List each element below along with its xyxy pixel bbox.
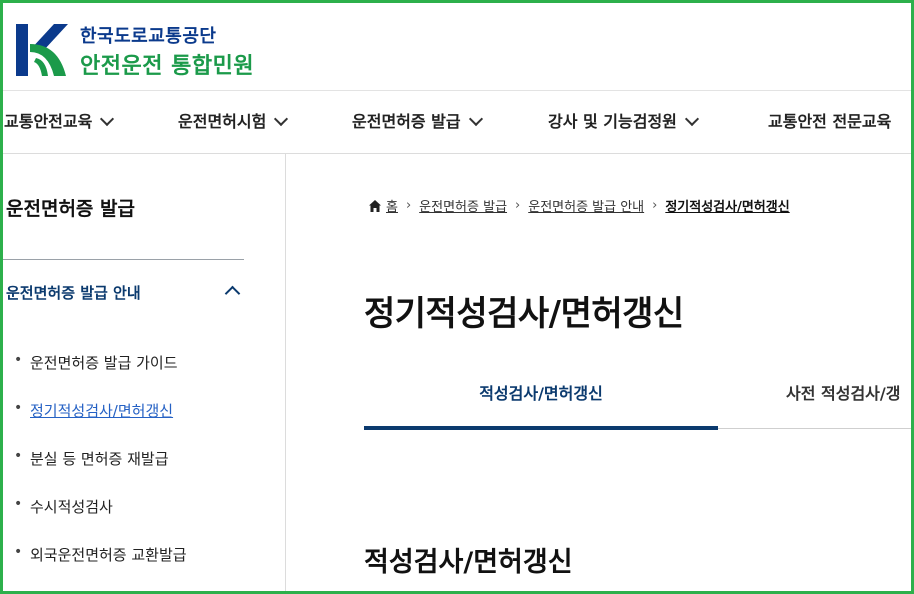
bullet-icon: •	[14, 544, 23, 560]
bullet-icon: •	[14, 496, 23, 512]
breadcrumb-level1[interactable]: 운전면허증 발급	[419, 196, 507, 215]
bullet-icon: •	[14, 352, 23, 368]
breadcrumb-current: 정기적성검사/면허갱신	[665, 200, 790, 215]
sidebar-group-label: 운전면허증 발급 안내	[6, 284, 141, 302]
chevron-up-icon	[224, 285, 241, 302]
tab-pre-test[interactable]: 사전 적성검사/갱	[786, 366, 900, 426]
section-title: 적성검사/면허갱신	[364, 547, 573, 578]
sidebar: 운전면허증 발급 운전면허증 발급 안내 • 운전면허증 발급 가이드 • 정기…	[0, 154, 286, 594]
gnb-item-expert-education[interactable]: 교통안전 전문교육	[768, 91, 891, 153]
sidebar-item-label: 분실 등 면허증 재발급	[30, 450, 169, 468]
k-logo-icon[interactable]	[14, 22, 70, 78]
site-header: 한국도로교통공단 안전운전 통합민원	[0, 0, 914, 91]
breadcrumb-home[interactable]: 홈	[386, 196, 398, 215]
sidebar-title: 운전면허증 발급	[6, 198, 135, 220]
home-icon[interactable]	[368, 199, 382, 213]
sidebar-divider	[0, 259, 244, 260]
gnb-item-instructor[interactable]: 강사 및 기능검정원	[548, 91, 699, 153]
chevron-right-icon: ›	[652, 198, 658, 213]
chevron-down-icon	[274, 111, 289, 127]
sidebar-item-foreign-exchange[interactable]: • 외국운전면허증 교환발급	[14, 544, 187, 592]
chevron-down-icon	[100, 111, 115, 127]
breadcrumb: 홈 › 운전면허증 발급 › 운전면허증 발급 안내 › 정기적성검사/면허갱신	[368, 196, 790, 215]
org-name[interactable]: 한국도로교통공단	[80, 22, 216, 48]
breadcrumb-level2[interactable]: 운전면허증 발급 안내	[528, 196, 644, 215]
page-title: 정기적성검사/면허갱신	[364, 294, 684, 334]
chevron-down-icon	[684, 111, 699, 127]
gnb-item-label: 강사 및 기능검정원	[548, 112, 677, 131]
sidebar-item-reissue[interactable]: • 분실 등 면허증 재발급	[14, 448, 187, 496]
bullet-icon: •	[14, 448, 23, 464]
sidebar-item-occasional-test[interactable]: • 수시적성검사	[14, 496, 187, 544]
sidebar-item-label: 수시적성검사	[30, 498, 113, 516]
tab-renewal[interactable]: 적성검사/면허갱신	[364, 366, 718, 430]
gnb-item-license-issue[interactable]: 운전면허증 발급	[352, 91, 483, 153]
sidebar-item-label: 운전면허증 발급 가이드	[30, 354, 178, 372]
chevron-down-icon	[468, 111, 483, 127]
sidebar-item-label: 정기적성검사/면허갱신	[30, 402, 174, 420]
sidebar-group-toggle[interactable]: 운전면허증 발급 안내	[6, 282, 244, 303]
sidebar-item-guide[interactable]: • 운전면허증 발급 가이드	[14, 352, 187, 400]
site-name[interactable]: 안전운전 통합민원	[80, 48, 254, 80]
sidebar-submenu: • 운전면허증 발급 가이드 • 정기적성검사/면허갱신 • 분실 등 면허증 …	[14, 352, 187, 592]
sidebar-item-renewal[interactable]: • 정기적성검사/면허갱신	[14, 400, 187, 448]
gnb-item-label: 교통안전 전문교육	[768, 112, 892, 131]
gnb-item-label: 운전면허증 발급	[352, 112, 461, 131]
bullet-icon: •	[14, 400, 23, 416]
sidebar-item-label: 외국운전면허증 교환발급	[30, 546, 187, 564]
gnb-item-license-test[interactable]: 운전면허시험	[178, 91, 289, 153]
chevron-right-icon: ›	[405, 198, 412, 213]
gnb-item-label: 운전면허시험	[178, 112, 267, 131]
global-nav: 교통안전교육 운전면허시험 운전면허증 발급 강사 및 기능검정원 교통안전 전…	[0, 91, 914, 154]
content-tabs: 적성검사/면허갱신 사전 적성검사/갱	[364, 366, 914, 430]
gnb-item-label: 교통안전교육	[4, 112, 93, 131]
gnb-item-traffic-education[interactable]: 교통안전교육	[4, 91, 115, 153]
chevron-right-icon: ›	[515, 198, 521, 213]
